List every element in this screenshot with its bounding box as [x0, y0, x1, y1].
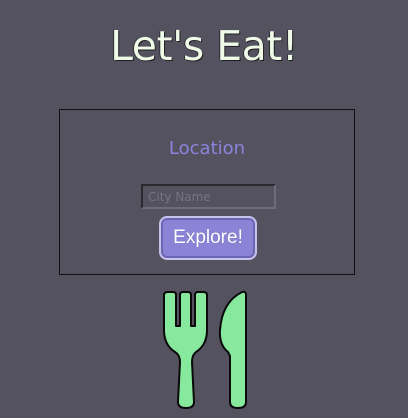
- location-label: Location: [168, 138, 246, 159]
- explore-button[interactable]: Explore!: [159, 216, 257, 260]
- location-panel: Location Explore!: [59, 109, 355, 275]
- page-title: Let's Eat!: [110, 22, 298, 70]
- city-name-input[interactable]: [141, 184, 276, 209]
- fork-and-knife-icon: [163, 290, 247, 409]
- fork-icon: [163, 291, 208, 409]
- knife-icon: [218, 290, 247, 409]
